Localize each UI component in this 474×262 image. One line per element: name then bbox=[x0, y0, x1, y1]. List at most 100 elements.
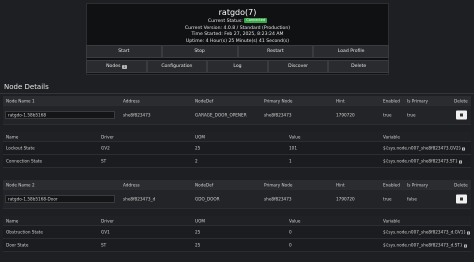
node-primary: she8f823473 bbox=[264, 112, 292, 118]
driver-uom: 25 bbox=[195, 145, 201, 151]
nodes-label: Nodes bbox=[106, 64, 121, 69]
driver-uom: 2 bbox=[195, 158, 198, 164]
variable-text: ${sys.node.n007_she8f823473_d.GV1} bbox=[383, 229, 467, 235]
driver-value: 101 bbox=[289, 145, 297, 151]
current-status: Current Status: Connected bbox=[87, 18, 388, 26]
uom-header: UOM bbox=[195, 218, 205, 223]
node-hint: 1790720 bbox=[336, 112, 355, 118]
variable-header: Variable bbox=[383, 134, 400, 139]
is-primary-header: Is Primary bbox=[407, 182, 428, 187]
driver-row: Obstruction State GV1 25 0 ${sys.node.n0… bbox=[3, 226, 471, 239]
driver-header-row: Name Driver UOM Value Variable bbox=[3, 216, 471, 226]
copy-icon[interactable] bbox=[462, 147, 466, 150]
driver-value: 1 bbox=[289, 158, 292, 164]
time-started: Time Started: Feb 27, 2025, 8:23:24 AM bbox=[191, 32, 284, 38]
node-enabled: true bbox=[383, 112, 392, 118]
driver-header: Driver bbox=[101, 134, 114, 139]
node-row: ratgdo-1.58b5168 she8f823473 GARAGE_DOOR… bbox=[3, 106, 471, 125]
enabled-header: Enabled bbox=[383, 182, 400, 187]
node-hint: 1790720 bbox=[336, 196, 355, 202]
hint-header: Hint bbox=[336, 98, 345, 103]
node-row: ratgdo-1.58b5168-Door she8f823473_d GDO_… bbox=[3, 190, 471, 209]
driver-name: Door State bbox=[6, 242, 29, 248]
driver-name: Obstruction State bbox=[6, 229, 43, 235]
address-header: Address bbox=[123, 182, 140, 187]
status-label: Current Status: bbox=[207, 19, 243, 24]
log-button[interactable]: Log bbox=[207, 60, 268, 73]
address-header: Address bbox=[123, 98, 140, 103]
copy-icon[interactable] bbox=[467, 231, 471, 234]
node-nodedef: GARAGE_DOOR_OPENER bbox=[195, 112, 247, 118]
variable-text: ${sys.node.n007_she8f823473_d.ST} bbox=[383, 242, 463, 248]
variable-header: Variable bbox=[383, 218, 400, 223]
node-name-header: Node Name 2 bbox=[6, 182, 35, 187]
node-name-header: Node Name 1 bbox=[6, 98, 35, 103]
driver-header: Driver bbox=[101, 218, 114, 223]
nodes-button[interactable]: Nodes 2 bbox=[86, 60, 147, 73]
node-is-primary: false bbox=[407, 196, 417, 202]
node-address: she8f823473_d bbox=[123, 196, 156, 202]
delete-node-server-button[interactable]: Delete bbox=[328, 60, 389, 73]
control-buttons: Start Stop Restart Load Profile bbox=[86, 45, 389, 58]
driver-row: Door State ST 25 0 ${sys.node.n007_she8f… bbox=[3, 239, 471, 252]
is-primary-header: Is Primary bbox=[407, 98, 428, 103]
delete-header: Delete bbox=[454, 98, 468, 103]
nav-buttons: Nodes 2 Configuration Log Discover Delet… bbox=[86, 60, 389, 73]
variable-text: ${sys.node.n007_she8f823473.GV2} bbox=[383, 145, 462, 151]
section-title: Node Details bbox=[4, 83, 49, 91]
copy-icon[interactable] bbox=[458, 160, 462, 163]
discover-button[interactable]: Discover bbox=[267, 60, 329, 73]
status-badge: Connected bbox=[244, 18, 268, 23]
node-name: ratgdo-1.58b5168 bbox=[8, 112, 47, 118]
load-profile-button[interactable]: Load Profile bbox=[313, 45, 389, 58]
driver-variable: ${sys.node.n007_she8f823473.GV2} bbox=[383, 145, 466, 151]
configuration-button[interactable]: Configuration bbox=[146, 60, 208, 73]
name-header: Name bbox=[6, 134, 19, 139]
stop-button[interactable]: Stop bbox=[161, 45, 238, 58]
primary-node-header: Primary Node bbox=[264, 182, 293, 187]
driver-value: 0 bbox=[289, 242, 292, 248]
node-address: she8f823473 bbox=[123, 112, 151, 118]
driver-id: GV2 bbox=[101, 145, 110, 151]
node-header-row: Node Name 1 Address NodeDef Primary Node… bbox=[3, 96, 471, 106]
panel-title: ratgdo(7) bbox=[218, 8, 257, 17]
node-name: ratgdo-1.58b5168-Door bbox=[8, 196, 58, 202]
name-header: Name bbox=[6, 218, 19, 223]
driver-id: ST bbox=[101, 158, 107, 164]
nodes-count-badge: 2 bbox=[122, 64, 127, 69]
uom-header: UOM bbox=[195, 134, 205, 139]
restart-button[interactable]: Restart bbox=[237, 45, 314, 58]
primary-node-header: Primary Node bbox=[264, 98, 293, 103]
driver-variable: ${sys.node.n007_she8f823473_d.ST} bbox=[383, 243, 467, 248]
driver-id: GV1 bbox=[101, 229, 110, 235]
node-header-row: Node Name 2 Address NodeDef Primary Node… bbox=[3, 180, 471, 190]
nodedef-header: NodeDef bbox=[195, 182, 214, 187]
value-header: Value bbox=[289, 218, 301, 223]
node-primary: she8f823473 bbox=[264, 196, 292, 202]
driver-row: Connection State ST 2 1 ${sys.node.n007_… bbox=[3, 155, 471, 168]
driver-uom: 25 bbox=[195, 242, 201, 248]
driver-name: Lockout State bbox=[6, 145, 35, 151]
hint-header: Hint bbox=[336, 182, 345, 187]
divider bbox=[0, 93, 474, 94]
driver-header-row: Name Driver UOM Value Variable bbox=[3, 132, 471, 142]
driver-variable: ${sys.node.n007_she8f823473.ST} bbox=[383, 159, 462, 164]
delete-header: Delete bbox=[454, 182, 468, 187]
node-nodedef: GDO_DOOR bbox=[195, 196, 220, 202]
node-is-primary: true bbox=[407, 112, 416, 118]
driver-row: Lockout State GV2 25 101 ${sys.node.n007… bbox=[3, 142, 471, 155]
driver-variable: ${sys.node.n007_she8f823473_d.GV1} bbox=[383, 229, 471, 235]
nodedef-header: NodeDef bbox=[195, 98, 214, 103]
value-header: Value bbox=[289, 134, 301, 139]
node-enabled: true bbox=[383, 196, 392, 202]
enabled-header: Enabled bbox=[383, 98, 400, 103]
copy-icon[interactable] bbox=[463, 244, 467, 247]
driver-value: 0 bbox=[289, 229, 292, 235]
start-button[interactable]: Start bbox=[86, 45, 162, 58]
delete-node-button[interactable] bbox=[456, 110, 467, 120]
driver-id: ST bbox=[101, 242, 107, 248]
driver-uom: 25 bbox=[195, 229, 201, 235]
variable-text: ${sys.node.n007_she8f823473.ST} bbox=[383, 158, 458, 164]
delete-node-button[interactable] bbox=[456, 194, 467, 204]
driver-name: Connection State bbox=[6, 158, 43, 164]
